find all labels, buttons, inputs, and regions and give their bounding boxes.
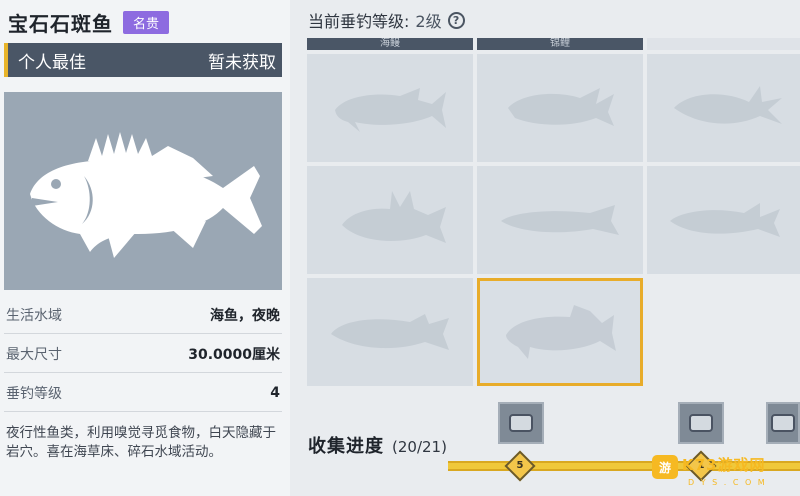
fish-title-row: 宝石石斑鱼 名贵 [8,8,170,36]
fishing-level-value: 2级 [415,12,442,31]
grid-column-header [647,38,800,50]
stat-row-fishing-level: 垂钓等级 4 [4,374,282,412]
fish-silhouette-icon [335,88,446,132]
fish-description: 夜行性鱼类，利用嗅觉寻觅食物，白天隐藏于岩穴。喜在海草床、碎石水域活动。 [6,425,276,460]
stat-value: 海鱼，夜晚 [210,307,280,324]
fish-silhouette-icon [331,314,449,350]
grouper-icon [30,132,262,258]
fish-silhouette-icon [669,203,780,237]
stat-label: 最大尺寸 [6,346,62,363]
fish-card-silhouette[interactable] [477,54,643,162]
fish-detail-panel: 宝石石斑鱼 名贵 个人最佳 暂未获取 生活水域 海鱼，夜晚 最大尺寸 30.00… [0,0,290,496]
fish-silhouette-icon [342,191,446,243]
collection-label: 收集进度 [308,436,384,457]
collection-count: (20/21) [392,438,447,456]
watermark-text: K73游戏网 [682,456,766,474]
watermark-subtext: D Y S . C O M [688,478,767,487]
fishing-level-label: 当前垂钓等级: [308,12,410,31]
milestone-marker: 5 [504,450,536,482]
fish-card-selected[interactable] [477,278,643,386]
milestone-label: 5 [516,460,524,471]
stat-row-habitat: 生活水域 海鱼，夜晚 [4,296,282,334]
reward-chest-1[interactable] [498,402,544,444]
grouper-silhouette-icon [506,305,616,359]
stat-label: 生活水域 [6,307,62,324]
fish-silhouette-icon [501,205,619,235]
fish-silhouette-icon [508,88,614,126]
personal-best-label: 个人最佳 [18,52,86,73]
personal-best-value: 暂未获取 [208,52,276,73]
fish-card-silhouette[interactable] [307,54,473,162]
rarity-badge: 名贵 [123,10,170,34]
stat-value: 30.0000厘米 [188,346,280,363]
stat-value: 4 [270,384,280,401]
collection-progress: 收集进度 (20/21) [308,432,447,458]
fish-portrait [4,92,282,290]
reward-chest-2[interactable] [678,402,724,444]
fishing-level-row: 当前垂钓等级: 2级 ? [308,9,465,31]
grid-column-header: 锦鲤 [477,38,643,50]
fish-name: 宝石石斑鱼 [8,11,113,36]
fish-collection-grid: 海鳗 锦鲤 [307,38,800,388]
stat-label: 垂钓等级 [6,385,62,402]
reward-icon [689,414,713,432]
reward-icon [509,414,533,432]
watermark-logo-icon: 游 [652,455,678,479]
reward-icon [771,414,795,432]
stat-row-max-size: 最大尺寸 30.0000厘米 [4,335,282,373]
personal-best-bar: 个人最佳 暂未获取 [4,43,282,77]
fish-card-silhouette[interactable] [647,54,800,162]
grid-column-header: 海鳗 [307,38,473,50]
fish-card-silhouette[interactable] [307,166,473,274]
fish-card-silhouette[interactable] [647,166,800,274]
fish-silhouette-icon [673,86,782,124]
fish-card-silhouette[interactable] [477,166,643,274]
question-circle-icon[interactable]: ? [447,11,465,29]
reward-chest-3[interactable] [766,402,800,444]
fish-card-silhouette[interactable] [307,278,473,386]
